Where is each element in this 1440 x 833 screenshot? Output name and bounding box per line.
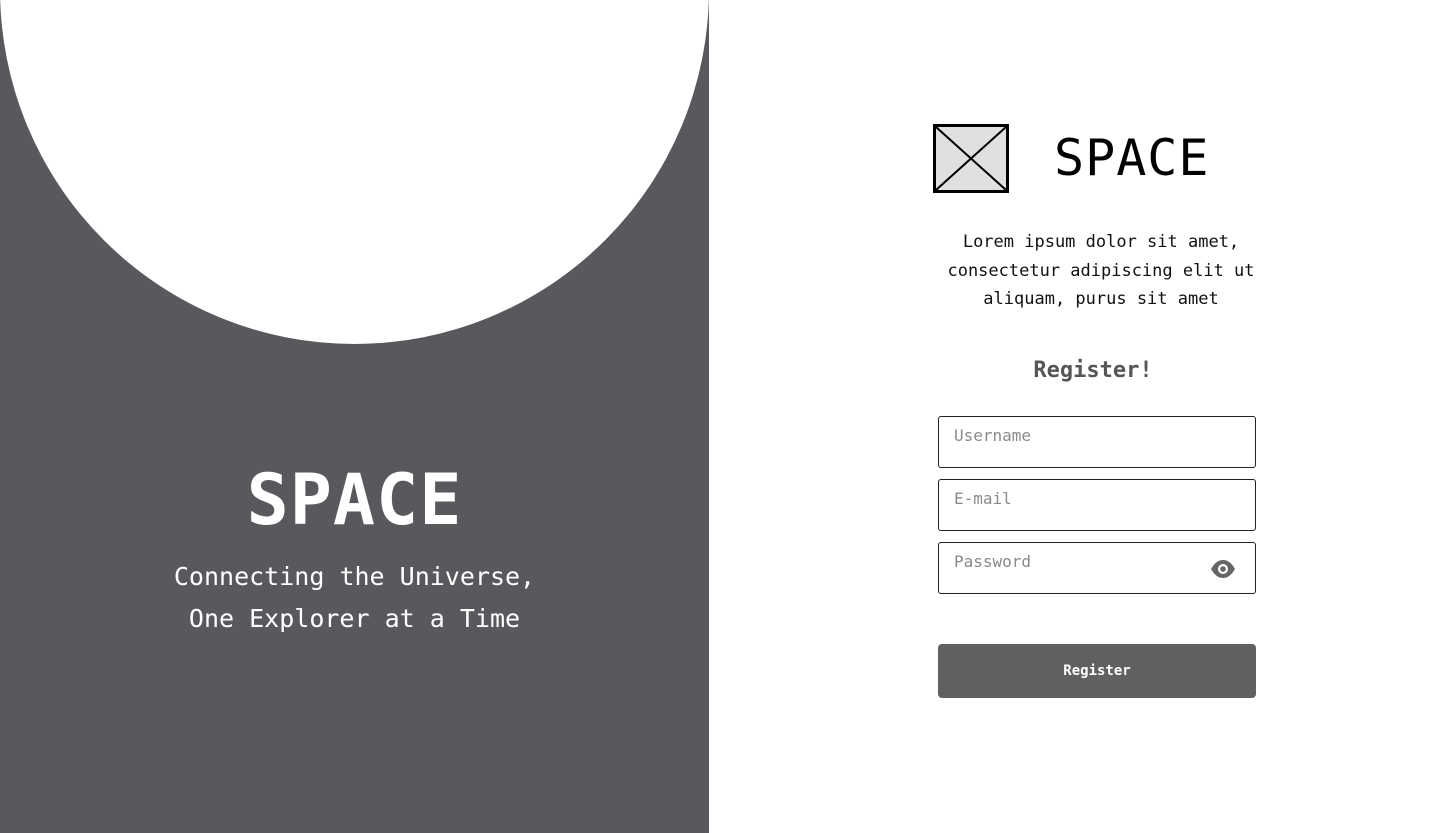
- hero-panel: SPACE Connecting the Universe, One Explo…: [0, 0, 709, 833]
- hero-title: SPACE: [246, 459, 463, 541]
- intro-text: Lorem ipsum dolor sit amet, consectetur …: [947, 232, 1255, 309]
- email-input[interactable]: [939, 480, 1255, 530]
- password-field-wrapper: [938, 542, 1256, 594]
- username-field-wrapper: [938, 416, 1256, 468]
- password-input[interactable]: [939, 543, 1255, 593]
- register-page: SPACE Connecting the Universe, One Explo…: [0, 0, 1440, 833]
- image-placeholder-icon: [933, 124, 1009, 193]
- hero-tagline-line-1: Connecting the Universe,: [173, 562, 536, 591]
- hero-circle-decoration: [0, 0, 709, 344]
- register-button[interactable]: Register: [938, 644, 1256, 698]
- hero-tagline-line-2: One Explorer at a Time: [188, 604, 521, 633]
- hero-tagline: Connecting the Universe, One Explorer at…: [0, 556, 709, 640]
- email-field-wrapper: [938, 479, 1256, 531]
- brand-header: SPACE: [933, 124, 1210, 193]
- username-input[interactable]: [939, 417, 1255, 467]
- brand-name: SPACE: [1054, 129, 1210, 187]
- register-heading: Register!: [1033, 358, 1153, 383]
- eye-icon[interactable]: [1209, 557, 1237, 581]
